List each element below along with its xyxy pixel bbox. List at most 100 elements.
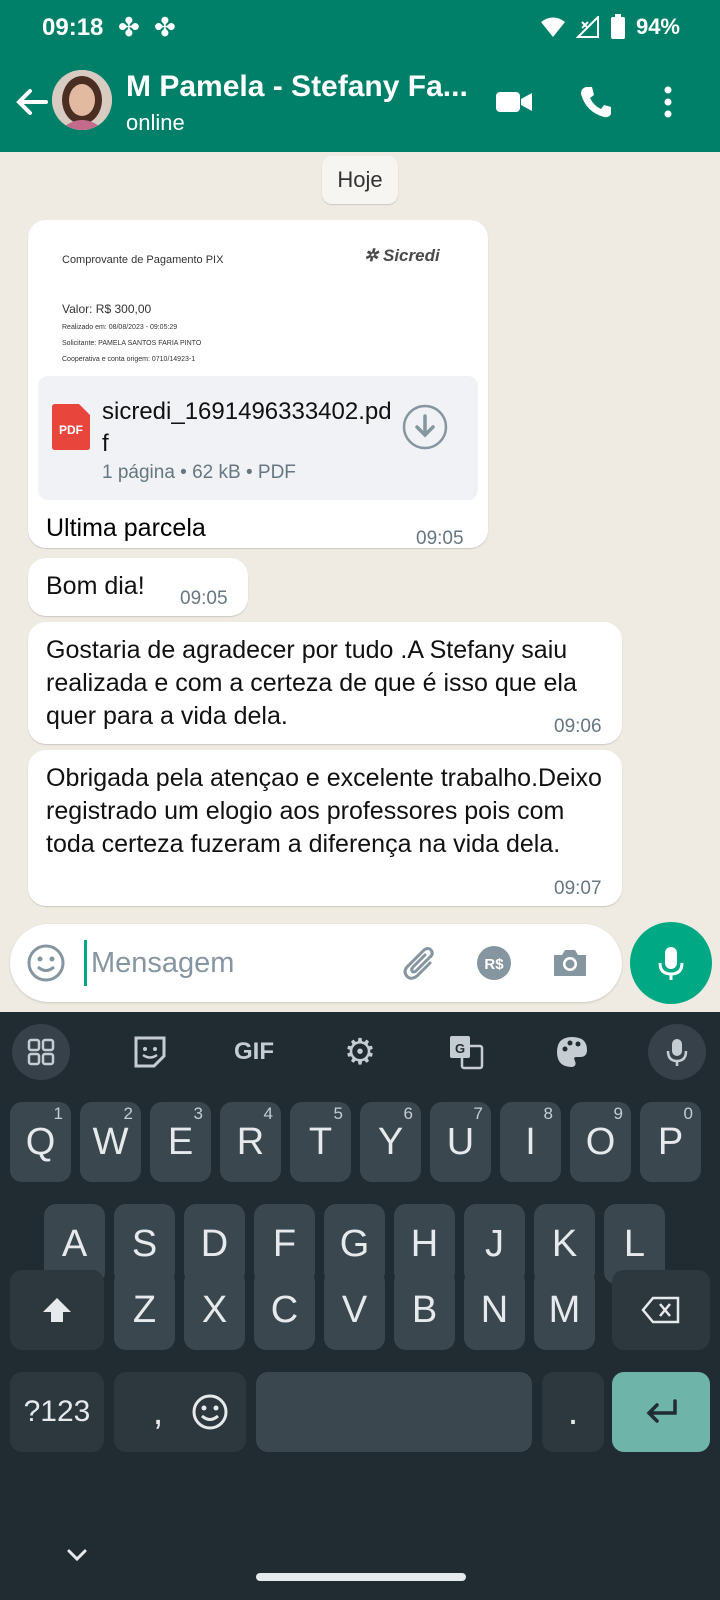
key-label: C — [270, 1288, 299, 1331]
receipt-title: Comprovante de Pagamento PIX — [62, 254, 224, 266]
key[interactable]: I8 — [500, 1102, 561, 1182]
receipt-line: Cooperativa e conta origem: 0710/14923-1 — [62, 356, 196, 363]
key[interactable]: Y6 — [360, 1102, 421, 1182]
payment-icon[interactable]: R$ — [474, 943, 514, 983]
key[interactable]: C — [254, 1270, 315, 1350]
microphone-icon — [658, 947, 684, 980]
key[interactable]: B — [394, 1270, 455, 1350]
status-indicators: 94% — [540, 14, 680, 40]
date-chip: Hoje — [322, 156, 398, 204]
attach-icon[interactable] — [400, 943, 440, 983]
shift-key[interactable] — [10, 1270, 104, 1350]
key[interactable]: W2 — [80, 1102, 141, 1182]
contact-status: online — [126, 110, 185, 135]
gif-button[interactable]: GIF — [224, 1024, 284, 1080]
status-bar: 09:18 ✤ ✤ 94% — [0, 0, 720, 56]
file-name: sicredi_1691496333402.pdf — [102, 398, 392, 457]
translate-icon[interactable]: G — [438, 1024, 494, 1080]
pdf-label: PDF — [59, 423, 83, 437]
back-arrow-icon[interactable] — [12, 82, 52, 122]
symbols-key[interactable]: ?123 — [10, 1372, 104, 1452]
key[interactable]: U7 — [430, 1102, 491, 1182]
download-icon[interactable] — [402, 404, 448, 450]
message-time: 09:05 — [180, 588, 228, 609]
key[interactable]: V — [324, 1270, 385, 1350]
message-input[interactable] — [84, 940, 384, 986]
message-bubble[interactable]: Obrigada pela atençao e excelente trabal… — [28, 750, 622, 906]
key-label: N — [480, 1288, 509, 1331]
enter-key[interactable] — [612, 1372, 710, 1452]
key[interactable]: X — [184, 1270, 245, 1350]
signal-icon — [575, 16, 599, 38]
key[interactable]: N — [464, 1270, 525, 1350]
apps-grid-icon[interactable] — [12, 1024, 70, 1080]
key-label: M — [548, 1288, 581, 1331]
document-caption: Ultima parcela — [46, 514, 206, 542]
message-text: Gostaria de agradecer por tudo .A Stefan… — [46, 636, 577, 730]
emoji-key[interactable] — [174, 1372, 246, 1452]
key-hint: 3 — [193, 1104, 203, 1123]
message-bubble[interactable]: Gostaria de agradecer por tudo .A Stefan… — [28, 622, 622, 744]
key-hint: 9 — [613, 1104, 623, 1123]
key-hint: 2 — [123, 1104, 133, 1123]
key-label: U — [446, 1120, 475, 1163]
key-hint: 5 — [333, 1104, 343, 1123]
receipt-line: Realizado em: 08/08/2023 - 09:05:29 — [62, 324, 178, 331]
backspace-key[interactable] — [612, 1270, 710, 1350]
key-label: S — [131, 1222, 158, 1265]
period-key[interactable]: . — [542, 1372, 604, 1452]
chevron-down-icon[interactable] — [62, 1540, 92, 1570]
space-key[interactable] — [256, 1372, 532, 1452]
key-label: V — [341, 1288, 368, 1331]
key-hint: 1 — [53, 1104, 63, 1123]
sicredi-logo-icon: ✲ — [364, 246, 379, 265]
key-label: T — [308, 1120, 333, 1163]
battery-percent: 94% — [635, 14, 680, 39]
sticker-icon[interactable] — [122, 1024, 178, 1080]
status-time: 09:18 — [42, 14, 104, 41]
gesture-nav-handle[interactable] — [256, 1573, 466, 1581]
emoji-icon[interactable] — [26, 943, 66, 983]
key[interactable]: M — [534, 1270, 595, 1350]
file-attachment[interactable]: PDF sicredi_1691496333402.pdf 1 página •… — [38, 376, 478, 500]
contact-name[interactable]: M Pamela - Stefany Fa... — [126, 70, 476, 104]
key-label: W — [92, 1120, 129, 1163]
key-label: F — [272, 1222, 297, 1265]
key-label: G — [339, 1222, 370, 1265]
voice-record-button[interactable] — [630, 922, 712, 1004]
theme-palette-icon[interactable] — [544, 1024, 600, 1080]
key[interactable]: T5 — [290, 1102, 351, 1182]
document-preview[interactable]: Comprovante de Pagamento PIX ✲ Sicredi V… — [38, 232, 478, 372]
message-text: Obrigada pela atençao e excelente trabal… — [46, 764, 602, 858]
video-call-icon[interactable] — [494, 82, 534, 122]
message-time: 09:05 — [416, 528, 464, 549]
key-label: R — [236, 1120, 265, 1163]
receipt-value: Valor: R$ 300,00 — [62, 302, 152, 316]
camera-icon[interactable] — [550, 943, 590, 983]
key-label: Y — [377, 1120, 404, 1163]
avatar-image — [52, 70, 112, 130]
key-hint: 0 — [683, 1104, 693, 1123]
key[interactable]: Z — [114, 1270, 175, 1350]
more-options-icon[interactable] — [648, 82, 688, 122]
voice-call-icon[interactable] — [576, 82, 616, 122]
key-label: B — [411, 1288, 438, 1331]
key-label: A — [61, 1222, 88, 1265]
contact-avatar[interactable] — [52, 70, 112, 130]
wifi-icon — [540, 17, 565, 37]
currency-label: R$ — [484, 956, 504, 973]
key[interactable]: R4 — [220, 1102, 281, 1182]
message-input-bar: R$ — [10, 924, 622, 1002]
receipt-line: Solicitante: PAMELA SANTOS FARIA PINTO — [62, 340, 202, 347]
key-label: Q — [25, 1120, 56, 1163]
voice-input-icon[interactable] — [648, 1024, 706, 1080]
key[interactable]: E3 — [150, 1102, 211, 1182]
message-time: 09:06 — [554, 716, 602, 737]
message-bubble[interactable]: Bom dia! 09:05 — [28, 558, 248, 616]
key[interactable]: P0 — [640, 1102, 701, 1182]
keyboard: GIF ⚙ G Q1W2E3R4T5Y6U7I8O9P0 ASDFGHJKL Z… — [0, 1012, 720, 1600]
key-label: I — [525, 1120, 536, 1163]
settings-gear-icon[interactable]: ⚙ — [332, 1024, 388, 1080]
key[interactable]: O9 — [570, 1102, 631, 1182]
key[interactable]: Q1 — [10, 1102, 71, 1182]
